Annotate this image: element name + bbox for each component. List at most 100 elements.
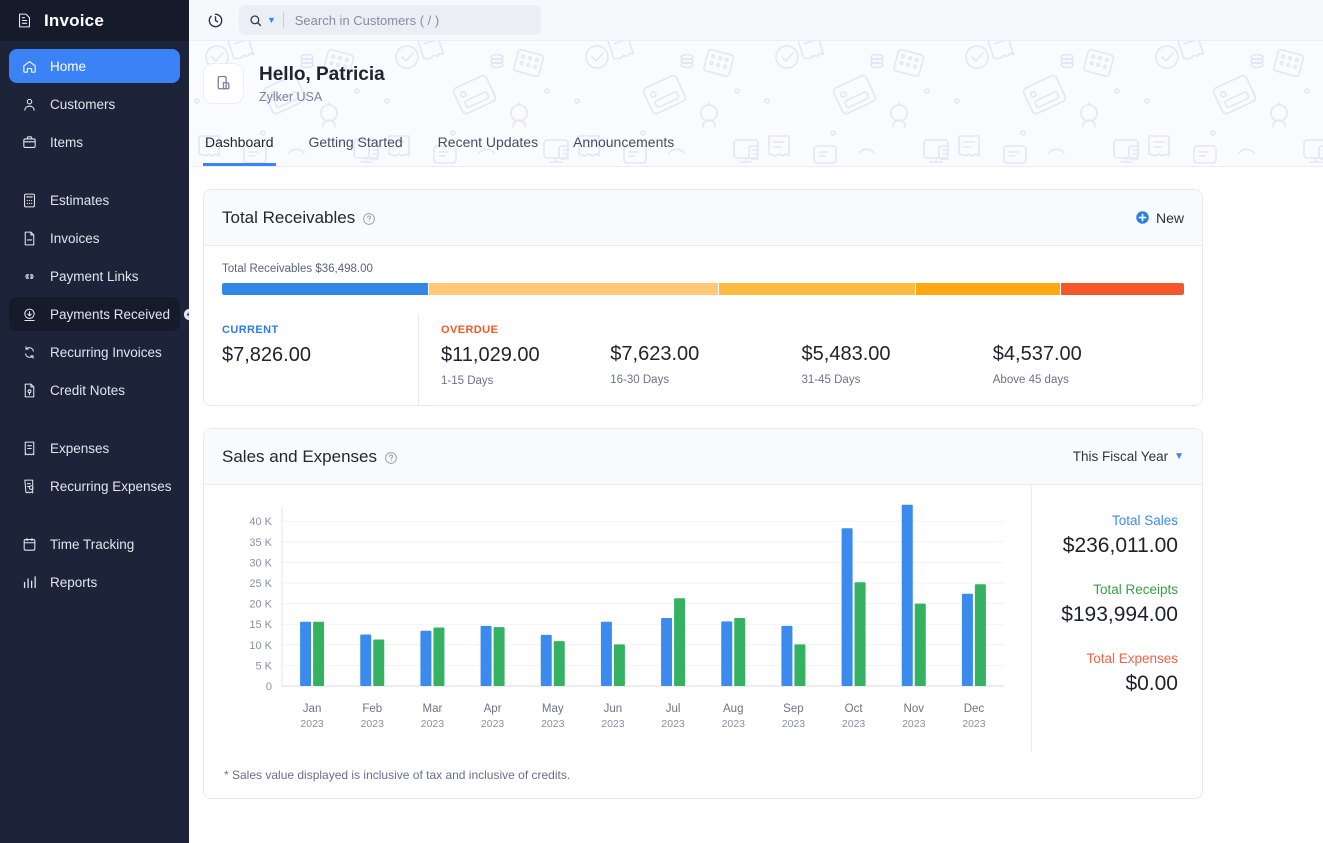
svg-text:35 K: 35 K [249, 537, 272, 549]
sidebar-item-credit-notes[interactable]: Credit Notes [9, 373, 180, 407]
calculator-icon [21, 192, 38, 209]
user-icon [21, 96, 38, 113]
overdue-tag: OVERDUE [441, 324, 610, 336]
sidebar-item-items[interactable]: Items [9, 125, 180, 159]
sidebar-item-label: Estimates [50, 193, 109, 208]
sidebar-item-payments-received[interactable]: Payments Received [9, 297, 180, 331]
receivables-progress-bar [222, 283, 1184, 295]
segment-31-45-days[interactable] [916, 283, 1061, 295]
svg-text:May: May [542, 703, 564, 715]
total-sales-value: $236,011.00 [1056, 534, 1178, 558]
help-circle-icon[interactable] [362, 211, 376, 225]
overdue-amount[interactable]: $11,029.00 [441, 344, 610, 367]
overdue-amount[interactable]: $5,483.00 [802, 343, 993, 366]
tab-announcements[interactable]: Announcements [571, 128, 676, 166]
period-selector[interactable]: This Fiscal Year ▼ [1073, 449, 1184, 464]
tab-dashboard[interactable]: Dashboard [203, 128, 276, 166]
svg-text:Nov: Nov [904, 703, 925, 715]
brand-title: Invoice [44, 11, 104, 31]
tab-recent-updates[interactable]: Recent Updates [436, 128, 540, 166]
sidebar-item-estimates[interactable]: Estimates [9, 183, 180, 217]
svg-text:Aug: Aug [723, 703, 743, 715]
stat-overdue-31-45: $5,483.00 31-45 Days [802, 314, 993, 405]
sidebar-item-expenses[interactable]: Expenses [9, 431, 180, 465]
sidebar-item-recurring-expenses[interactable]: Recurring Expenses [9, 469, 180, 503]
sidebar-item-invoices[interactable]: Invoices [9, 221, 180, 255]
greeting-block: Hello, Patricia Zylker USA [203, 63, 1309, 104]
chevron-down-icon: ▼ [1174, 451, 1184, 462]
segment-1-15-days[interactable] [429, 283, 718, 295]
svg-text:5 K: 5 K [255, 660, 272, 672]
tab-getting-started[interactable]: Getting Started [307, 128, 405, 166]
stat-overdue-above-45: $4,537.00 Above 45 days [993, 314, 1184, 405]
sales-expenses-card: Sales and Expenses This Fiscal Year ▼ 05… [203, 428, 1203, 799]
help-circle-icon[interactable] [384, 450, 398, 464]
organization-name: Zylker USA [259, 90, 385, 104]
svg-text:2023: 2023 [722, 718, 746, 730]
stat-current: CURRENT $7,826.00 [222, 314, 418, 405]
bar-chart-svg[interactable]: 05 K10 K15 K20 K25 K30 K35 K40 KJan2023F… [204, 501, 1032, 741]
sidebar-item-label: Home [50, 59, 86, 74]
svg-text:40 K: 40 K [249, 516, 272, 528]
receivables-stats: CURRENT $7,826.00 OVERDUE $11,029.00 1-1… [222, 314, 1184, 405]
brand[interactable]: Invoice [0, 0, 189, 41]
sidebar-item-label: Payments Received [50, 307, 170, 322]
sidebar-item-label: Payment Links [50, 269, 139, 284]
svg-text:Jun: Jun [604, 703, 623, 715]
receivables-body: Total Receivables $36,498.00 CURRENT $7,… [204, 246, 1202, 405]
organization-icon[interactable] [203, 63, 244, 104]
search-icon[interactable] [248, 13, 263, 28]
dashboard-content: Total Receivables New Total Receivables … [189, 167, 1323, 843]
svg-text:Jul: Jul [666, 703, 681, 715]
svg-text:2023: 2023 [842, 718, 866, 730]
svg-text:30 K: 30 K [249, 557, 272, 569]
overdue-range: 16-30 Days [610, 374, 801, 386]
card-header: Total Receivables New [204, 190, 1202, 246]
svg-text:Feb: Feb [362, 703, 382, 715]
sidebar-nav: Home Customers Items Estimates [0, 41, 189, 603]
new-button[interactable]: New [1135, 210, 1184, 226]
history-clock-icon[interactable] [203, 8, 227, 32]
refresh-icon [21, 344, 38, 361]
sidebar-item-reports[interactable]: Reports [9, 565, 180, 599]
svg-text:2023: 2023 [361, 718, 385, 730]
document-icon [21, 230, 38, 247]
segment-above-45-days[interactable] [1061, 283, 1184, 295]
sidebar-item-label: Invoices [50, 231, 100, 246]
segment-16-30-days[interactable] [719, 283, 914, 295]
sidebar-item-time-tracking[interactable]: Time Tracking [9, 527, 180, 561]
svg-text:0: 0 [266, 681, 272, 693]
chevron-down-icon[interactable]: ▼ [267, 16, 276, 25]
segment-current[interactable] [222, 283, 428, 295]
total-expenses-label: Total Expenses [1056, 651, 1178, 666]
hero-tabs: Dashboard Getting Started Recent Updates… [203, 128, 1309, 166]
box-icon [21, 134, 38, 151]
calendar-icon [21, 536, 38, 553]
sidebar-item-label: Time Tracking [50, 537, 134, 552]
search-bar[interactable]: ▼ [239, 5, 541, 35]
sidebar-item-recurring-invoices[interactable]: Recurring Invoices [9, 335, 180, 369]
card-title: Total Receivables [222, 208, 376, 228]
top-bar: ▼ [189, 0, 1323, 41]
svg-text:Sep: Sep [783, 703, 803, 715]
current-amount[interactable]: $7,826.00 [222, 344, 418, 367]
greeting-text: Hello, Patricia Zylker USA [259, 63, 385, 104]
sidebar-divider-2 [9, 411, 180, 431]
svg-text:2023: 2023 [962, 718, 986, 730]
sidebar-item-payment-links[interactable]: Payment Links [9, 259, 180, 293]
new-button-label: New [1156, 210, 1184, 226]
total-expenses-value: $0.00 [1056, 672, 1178, 696]
sidebar-item-home[interactable]: Home [9, 49, 180, 83]
svg-text:Dec: Dec [964, 703, 985, 715]
search-input[interactable] [295, 13, 532, 28]
receivables-total-label: Total Receivables $36,498.00 [222, 263, 1184, 275]
app-root: Invoice Home Customers Items [0, 0, 1323, 843]
sidebar-item-label: Recurring Invoices [50, 345, 162, 360]
overdue-range: Above 45 days [993, 374, 1184, 386]
overdue-amount[interactable]: $4,537.00 [993, 343, 1184, 366]
sidebar-item-customers[interactable]: Customers [9, 87, 180, 121]
svg-text:2023: 2023 [421, 718, 445, 730]
overdue-amount[interactable]: $7,623.00 [610, 343, 801, 366]
search-divider [283, 12, 284, 28]
link-icon [21, 268, 38, 285]
